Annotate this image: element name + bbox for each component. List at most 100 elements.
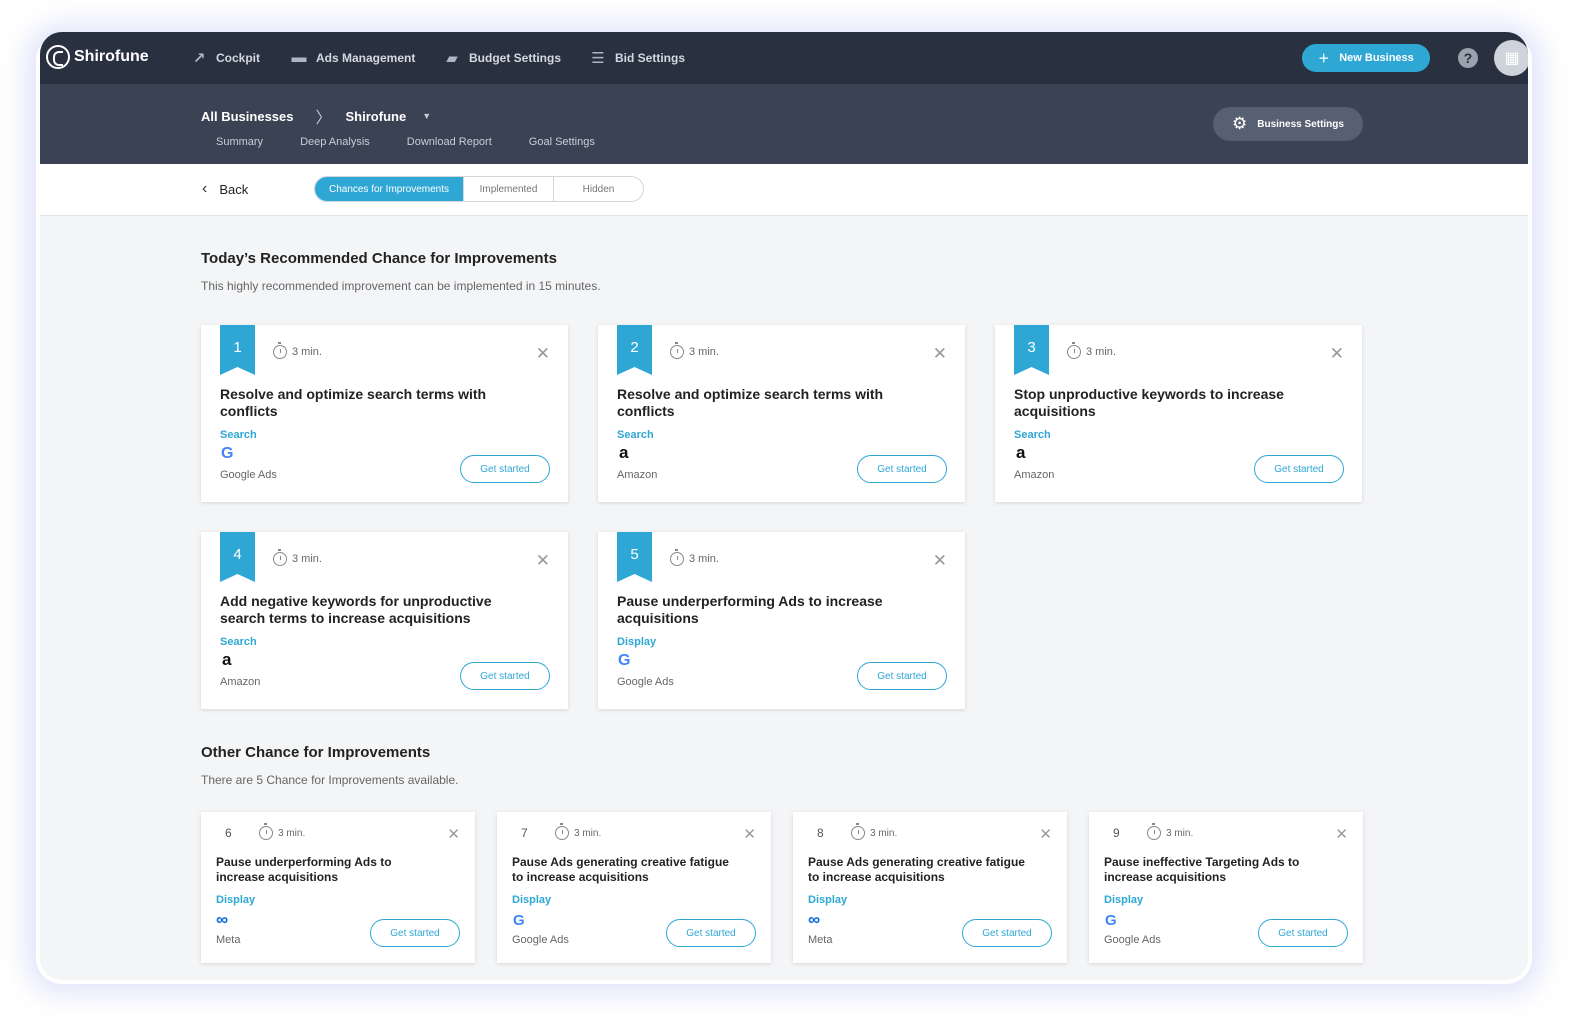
sliders-icon: ☰: [591, 50, 605, 67]
building-icon: ▦: [1504, 50, 1520, 67]
stopwatch-icon: [273, 549, 287, 566]
recommended-section-title: Today’s Recommended Chance for Improveme…: [201, 250, 557, 267]
amazon-icon: a: [619, 443, 629, 462]
get-started-button[interactable]: Get started: [1254, 455, 1344, 483]
tab-hidden[interactable]: Hidden: [553, 177, 643, 201]
close-icon[interactable]: ✕: [536, 345, 550, 362]
nav-budget-settings[interactable]: ▰ Budget Settings: [443, 49, 561, 67]
time-estimate: 3 min.: [1067, 342, 1116, 359]
nav-cockpit[interactable]: ↗ Cockpit: [190, 49, 260, 67]
card-title-line: Resolve and optimize search terms with: [220, 386, 487, 402]
new-business-button[interactable]: ＋ New Business: [1302, 44, 1430, 72]
get-started-button[interactable]: Get started: [460, 455, 550, 483]
other-section-title: Other Chance for Improvements: [201, 744, 431, 761]
logo[interactable]: Shirofune: [46, 45, 149, 69]
other-card: 8 3 min. ✕ Pause Ads generating creative…: [793, 812, 1067, 963]
business-settings-button[interactable]: ⚙ Business Settings: [1213, 107, 1363, 141]
nav-bid-settings[interactable]: ☰ Bid Settings: [589, 49, 685, 67]
get-started-button[interactable]: Get started: [857, 662, 947, 690]
tab-download-report[interactable]: Download Report: [407, 136, 492, 148]
tab-chances-for-improvements[interactable]: Chances for Improvements: [315, 177, 463, 201]
new-business-label: New Business: [1339, 52, 1414, 64]
business-header: All Businesses 〉 Shirofune ▼ Summary Dee…: [40, 84, 1528, 164]
get-started-button[interactable]: Get started: [666, 919, 756, 947]
campaign-type: Search: [1014, 429, 1051, 441]
plus-icon: ＋: [1318, 53, 1330, 65]
platform-name: Meta: [216, 934, 241, 946]
stopwatch-icon: [670, 342, 684, 359]
close-icon[interactable]: ✕: [1039, 827, 1052, 842]
breadcrumb-all-businesses[interactable]: All Businesses: [201, 109, 294, 124]
close-icon[interactable]: ✕: [447, 827, 460, 842]
card-title-line: search terms to increase acquisitions: [220, 610, 471, 626]
recommended-card: 4 3 min. ✕ Add negative keywords for unp…: [201, 532, 568, 709]
top-nav-bar: Shirofune ↗ Cockpit ▬ Ads Management ▰ B…: [40, 32, 1528, 84]
get-started-button[interactable]: Get started: [962, 919, 1052, 947]
business-settings-label: Business Settings: [1257, 118, 1344, 130]
get-started-button[interactable]: Get started: [460, 662, 550, 690]
platform-name: Amazon: [1014, 469, 1055, 481]
get-started-button[interactable]: Get started: [857, 455, 947, 483]
time-estimate: 3 min.: [555, 823, 601, 840]
recommended-card: 2 3 min. ✕ Resolve and optimize search t…: [598, 325, 965, 502]
wallet-icon: ▰: [446, 50, 458, 67]
time-estimate: 3 min.: [273, 549, 322, 566]
card-title-line: acquisitions: [617, 610, 699, 626]
close-icon[interactable]: ✕: [1335, 827, 1348, 842]
card-title-line: to increase acquisitions: [808, 870, 945, 884]
card-number: 6: [225, 826, 232, 840]
campaign-type: Display: [512, 894, 552, 906]
stopwatch-icon: [1067, 342, 1081, 359]
get-started-button[interactable]: Get started: [1258, 919, 1348, 947]
meta-icon: ∞: [808, 910, 821, 929]
card-title-line: conflicts: [220, 403, 278, 419]
campaign-type: Display: [808, 894, 848, 906]
other-section-subtitle: There are 5 Chance for Improvements avai…: [201, 773, 459, 787]
close-icon[interactable]: ✕: [743, 827, 756, 842]
other-card: 6 3 min. ✕ Pause underperforming Ads to i…: [201, 812, 475, 963]
close-icon[interactable]: ✕: [933, 345, 947, 362]
card-title-line: Pause Ads generating creative fatigue: [808, 855, 1025, 869]
close-icon[interactable]: ✕: [933, 552, 947, 569]
card-title-line: Add negative keywords for unproductive: [220, 593, 492, 609]
time-estimate: 3 min.: [670, 549, 719, 566]
time-label: 3 min.: [1086, 346, 1116, 358]
google-icon: G: [618, 652, 631, 669]
tab-deep-analysis[interactable]: Deep Analysis: [300, 136, 370, 148]
recommended-card: 5 3 min. ✕ Pause underperforming Ads to …: [598, 532, 965, 709]
platform-name: Google Ads: [512, 934, 569, 946]
get-started-button[interactable]: Get started: [370, 919, 460, 947]
card-number: 9: [1113, 826, 1120, 840]
card-title: Pause ineffective Targeting Ads to increa…: [1104, 855, 1299, 885]
back-button[interactable]: ‹ Back: [202, 180, 248, 198]
campaign-type: Search: [617, 429, 654, 441]
card-title: Add negative keywords for unproductive se…: [220, 593, 492, 627]
rank-ribbon: 1: [220, 325, 255, 375]
chevron-right-icon: 〉: [315, 110, 332, 127]
caret-down-icon[interactable]: ▼: [422, 111, 431, 121]
close-icon[interactable]: ✕: [536, 552, 550, 569]
business-subtabs: Summary Deep Analysis Download Report Go…: [216, 136, 595, 148]
nav-bid-settings-label: Bid Settings: [615, 51, 686, 65]
stopwatch-icon: [670, 549, 684, 566]
avatar[interactable]: ▦: [1494, 40, 1528, 76]
tab-summary[interactable]: Summary: [216, 136, 263, 148]
card-title-line: Pause underperforming Ads to: [216, 855, 392, 869]
nav-ads-management[interactable]: ▬ Ads Management: [290, 49, 416, 66]
time-label: 3 min.: [870, 827, 898, 839]
breadcrumb-current-business[interactable]: Shirofune: [346, 109, 407, 124]
card-title-line: Pause underperforming Ads to increase: [617, 593, 883, 609]
stopwatch-icon: [273, 342, 287, 359]
google-icon: G: [513, 912, 525, 929]
nav-ads-management-label: Ads Management: [316, 50, 416, 65]
time-label: 3 min.: [689, 553, 719, 565]
tab-goal-settings[interactable]: Goal Settings: [529, 136, 595, 148]
platform-name: Meta: [808, 934, 833, 946]
close-icon[interactable]: ✕: [1330, 345, 1344, 362]
card-title-line: acquisitions: [1014, 403, 1096, 419]
amazon-icon: a: [1016, 443, 1026, 462]
platform-name: Google Ads: [617, 676, 674, 688]
tab-implemented[interactable]: Implemented: [463, 177, 553, 201]
help-icon[interactable]: ?: [1458, 48, 1478, 68]
time-estimate: 3 min.: [1147, 823, 1193, 840]
